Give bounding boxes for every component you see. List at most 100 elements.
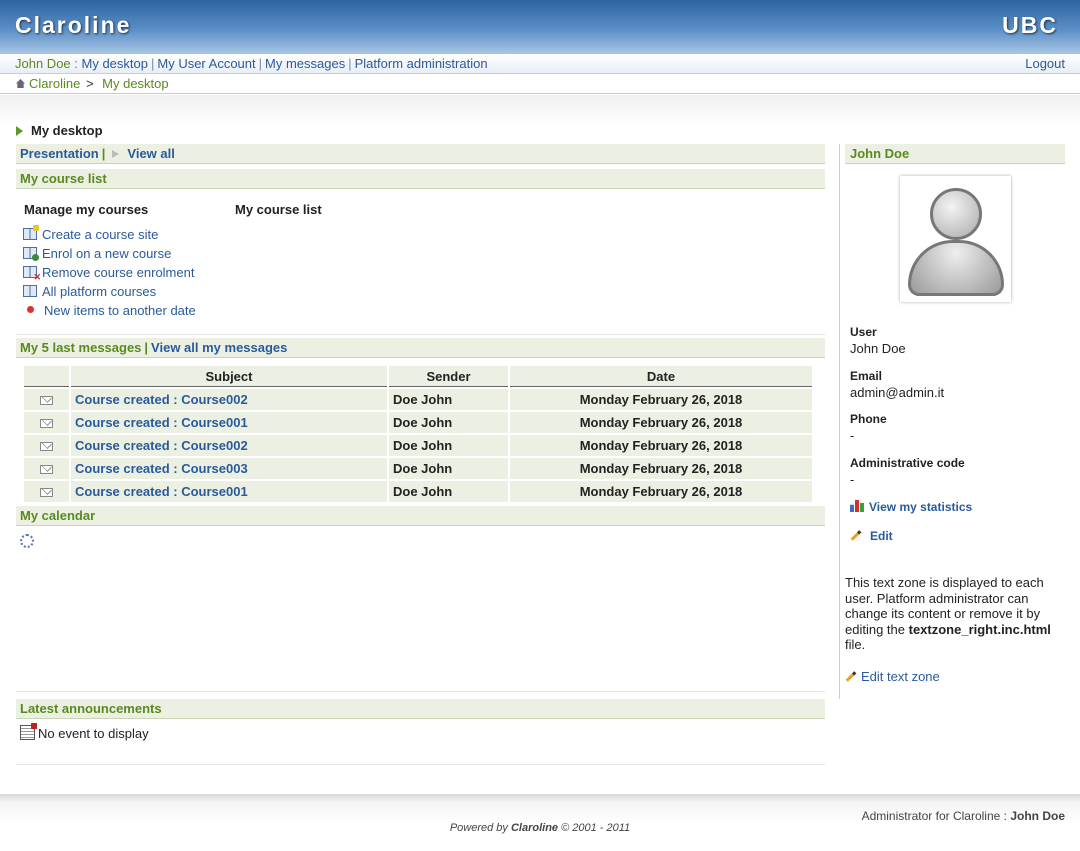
profile-admin-code: Administrative code - xyxy=(850,456,965,487)
textzone-filename: textzone_right.inc.html xyxy=(908,621,1051,637)
user-label: User xyxy=(850,325,877,339)
announcements-section: No event to display xyxy=(16,719,825,765)
pencil-icon xyxy=(850,530,862,541)
triangle-bullet-icon xyxy=(16,126,23,136)
avatar xyxy=(900,176,1011,302)
top-banner: Claroline UBC xyxy=(0,0,1080,54)
enrol-course-link[interactable]: Enrol on a new course xyxy=(42,246,171,261)
envelope-icon xyxy=(40,488,53,497)
email-label: Email xyxy=(850,369,883,383)
remove-enrolment-link[interactable]: Remove course enrolment xyxy=(42,265,194,280)
list-item[interactable]: New items to another date xyxy=(23,301,196,320)
column-header-subject[interactable]: Subject xyxy=(71,366,387,387)
message-date: Monday February 26, 2018 xyxy=(510,458,812,479)
footer-admin-name[interactable]: John Doe xyxy=(1010,809,1065,823)
view-all-messages-link[interactable]: View all my messages xyxy=(151,340,287,355)
envelope-icon xyxy=(40,465,53,474)
main-column: Presentation | View all My course list Man… xyxy=(16,144,825,765)
view-all-link[interactable]: View all xyxy=(127,146,174,161)
message-subject[interactable]: Course created : Course002 xyxy=(71,389,387,410)
page-title: My desktop xyxy=(16,123,103,138)
calendar-section xyxy=(16,526,825,692)
breadcrumb-separator: > xyxy=(85,76,94,91)
phone-value: - xyxy=(850,428,855,443)
admin-code-value: - xyxy=(850,472,855,487)
statistics-icon xyxy=(850,500,864,512)
home-icon xyxy=(16,79,25,88)
new-items-date-link[interactable]: New items to another date xyxy=(44,303,196,318)
profile-header: John Doe xyxy=(845,144,1065,164)
message-sender: Doe John xyxy=(389,481,508,502)
message-sender: Doe John xyxy=(389,412,508,433)
message-sender: Doe John xyxy=(389,389,508,410)
list-item[interactable]: Enrol on a new course xyxy=(23,244,196,263)
list-item[interactable]: Create a course site xyxy=(23,225,196,244)
breadcrumb-current[interactable]: My desktop xyxy=(102,76,168,91)
column-header-date[interactable]: Date xyxy=(510,366,812,387)
edit-profile-link[interactable]: Edit xyxy=(870,529,893,543)
enrol-course-icon xyxy=(23,247,39,261)
message-date: Monday February 26, 2018 xyxy=(510,389,812,410)
presentation-bar: Presentation | View all xyxy=(16,144,825,164)
envelope-icon xyxy=(40,396,53,405)
envelope-icon xyxy=(40,442,53,451)
table-row[interactable]: Course created : Course002 Doe John Mond… xyxy=(24,435,812,456)
presentation-link[interactable]: Presentation xyxy=(20,146,99,161)
message-sender: Doe John xyxy=(389,458,508,479)
message-subject[interactable]: Course created : Course002 xyxy=(71,435,387,456)
admin-code-label: Administrative code xyxy=(850,456,965,470)
footer: Administrator for Claroline : John Doe P… xyxy=(0,794,1080,851)
calendar-header: My calendar xyxy=(16,506,825,526)
list-item[interactable]: All platform courses xyxy=(23,282,196,301)
view-statistics-link[interactable]: View my statistics xyxy=(869,500,972,514)
message-subject[interactable]: Course created : Course001 xyxy=(71,412,387,433)
message-date: Monday February 26, 2018 xyxy=(510,481,812,502)
nav-my-desktop[interactable]: My desktop xyxy=(82,56,148,71)
right-column: John Doe User John Doe Email admin@admin… xyxy=(839,144,1065,699)
column-header-sender[interactable]: Sender xyxy=(389,366,508,387)
all-courses-link[interactable]: All platform courses xyxy=(42,284,156,299)
course-list-header: My course list xyxy=(16,169,825,189)
loading-spinner-icon xyxy=(20,534,34,548)
list-item[interactable]: Remove course enrolment xyxy=(23,263,196,282)
nav-platform-administration[interactable]: Platform administration xyxy=(355,56,488,71)
phone-label: Phone xyxy=(850,412,887,426)
announcement-icon xyxy=(20,723,37,740)
play-icon xyxy=(112,150,120,158)
powered-by-brand[interactable]: Claroline xyxy=(511,822,558,834)
book-icon xyxy=(23,285,37,297)
course-actions-list: Create a course site Enrol on a new cour… xyxy=(23,225,196,320)
message-date: Monday February 26, 2018 xyxy=(510,412,812,433)
edit-text-zone-link[interactable]: Edit text zone xyxy=(861,669,940,684)
manage-courses-heading: Manage my courses xyxy=(24,202,149,217)
user-bar: John Doe : My desktop | My User Account | My… xyxy=(0,54,1080,74)
course-list-heading: My course list xyxy=(235,202,322,217)
message-subject[interactable]: Course created : Course003 xyxy=(71,458,387,479)
table-row[interactable]: Course created : Course001 Doe John Mond… xyxy=(24,481,812,502)
nav-my-user-account[interactable]: My User Account xyxy=(157,56,255,71)
breadcrumb-home[interactable]: Claroline xyxy=(29,76,80,91)
course-list-section: Manage my courses My course list Create … xyxy=(16,189,825,335)
table-row[interactable]: Course created : Course002 Doe John Mond… xyxy=(24,389,812,410)
announcements-header: Latest announcements xyxy=(16,699,825,719)
message-sender: Doe John xyxy=(389,435,508,456)
breadcrumb: Claroline > My desktop xyxy=(0,74,1080,94)
messages-header: My 5 last messages | View all my messages xyxy=(16,338,825,358)
email-value: admin@admin.it xyxy=(850,385,945,400)
message-subject[interactable]: Course created : Course001 xyxy=(71,481,387,502)
institution-name[interactable]: UBC xyxy=(1002,12,1058,39)
table-row[interactable]: Course created : Course001 Doe John Mond… xyxy=(24,412,812,433)
envelope-icon xyxy=(40,419,53,428)
user-value: John Doe xyxy=(850,341,906,356)
table-row[interactable]: Course created : Course003 Doe John Mond… xyxy=(24,458,812,479)
create-course-icon xyxy=(23,225,39,240)
platform-name[interactable]: Claroline xyxy=(15,12,131,39)
text-zone: This text zone is displayed to each user… xyxy=(845,575,1051,684)
messages-title: My 5 last messages xyxy=(20,340,142,355)
pencil-icon xyxy=(845,670,857,682)
message-date: Monday February 26, 2018 xyxy=(510,435,812,456)
logout-link[interactable]: Logout xyxy=(1025,56,1065,71)
nav-my-messages[interactable]: My messages xyxy=(265,56,345,71)
create-course-link[interactable]: Create a course site xyxy=(42,227,158,242)
footer-admin: Administrator for Claroline : John Doe xyxy=(861,809,1065,823)
